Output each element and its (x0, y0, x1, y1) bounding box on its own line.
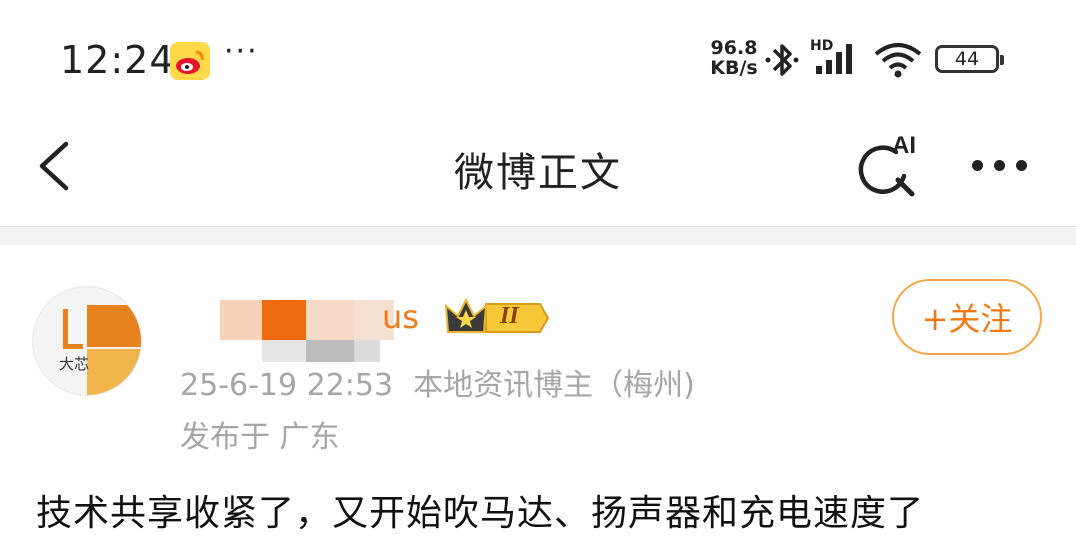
battery-icon: 44 (935, 45, 1004, 73)
notification-more-icon: ··· (224, 34, 259, 69)
username[interactable]: us (382, 298, 419, 336)
ai-search-button[interactable]: AI (856, 132, 928, 202)
avatar-block (87, 305, 141, 347)
author-title: 本地资讯博主（梅州) (413, 368, 695, 403)
member-crown-badge[interactable]: II (444, 296, 554, 340)
avatar-logo-mark (63, 309, 83, 349)
weibo-icon (170, 42, 210, 80)
post-date: 25-6-19 22:53 (180, 368, 394, 403)
nav-bar: 微博正文 AI (0, 120, 1076, 224)
avatar-text: 大芯 (59, 355, 90, 373)
status-bar: 12:24 ··· 96.8 KB/s HD 44 (0, 0, 1076, 120)
net-speed-value: 96.8 (710, 37, 758, 59)
section-divider (0, 226, 1076, 245)
signal-icon: HD (810, 38, 866, 78)
post-meta: 25-6-19 22:53 本地资讯博主（梅州) (180, 360, 695, 404)
ai-label: AI (892, 132, 916, 159)
avatar-block (87, 349, 141, 395)
more-button[interactable] (964, 142, 1036, 186)
badge-level: II (500, 303, 519, 329)
battery-percent: 44 (954, 48, 980, 70)
net-speed-unit: KB/s (710, 57, 758, 79)
wifi-icon (872, 40, 924, 84)
more-icon-dot (1016, 160, 1027, 171)
post-location: 发布于 广东 (180, 420, 340, 455)
post-body-text[interactable]: 技术共享收紧了，又开始吹马达、扬声器和充电速度了 (36, 484, 924, 536)
bluetooth-icon (764, 40, 800, 84)
net-speed: 96.8 KB/s (706, 38, 762, 78)
crown-icon (444, 297, 550, 333)
more-icon (972, 160, 983, 171)
status-time: 12:24 (60, 38, 175, 82)
follow-button[interactable]: +关注 (892, 279, 1042, 355)
battery-tip (1000, 55, 1004, 65)
avatar[interactable]: 大芯 (32, 286, 142, 396)
more-icon-dot (994, 160, 1005, 171)
